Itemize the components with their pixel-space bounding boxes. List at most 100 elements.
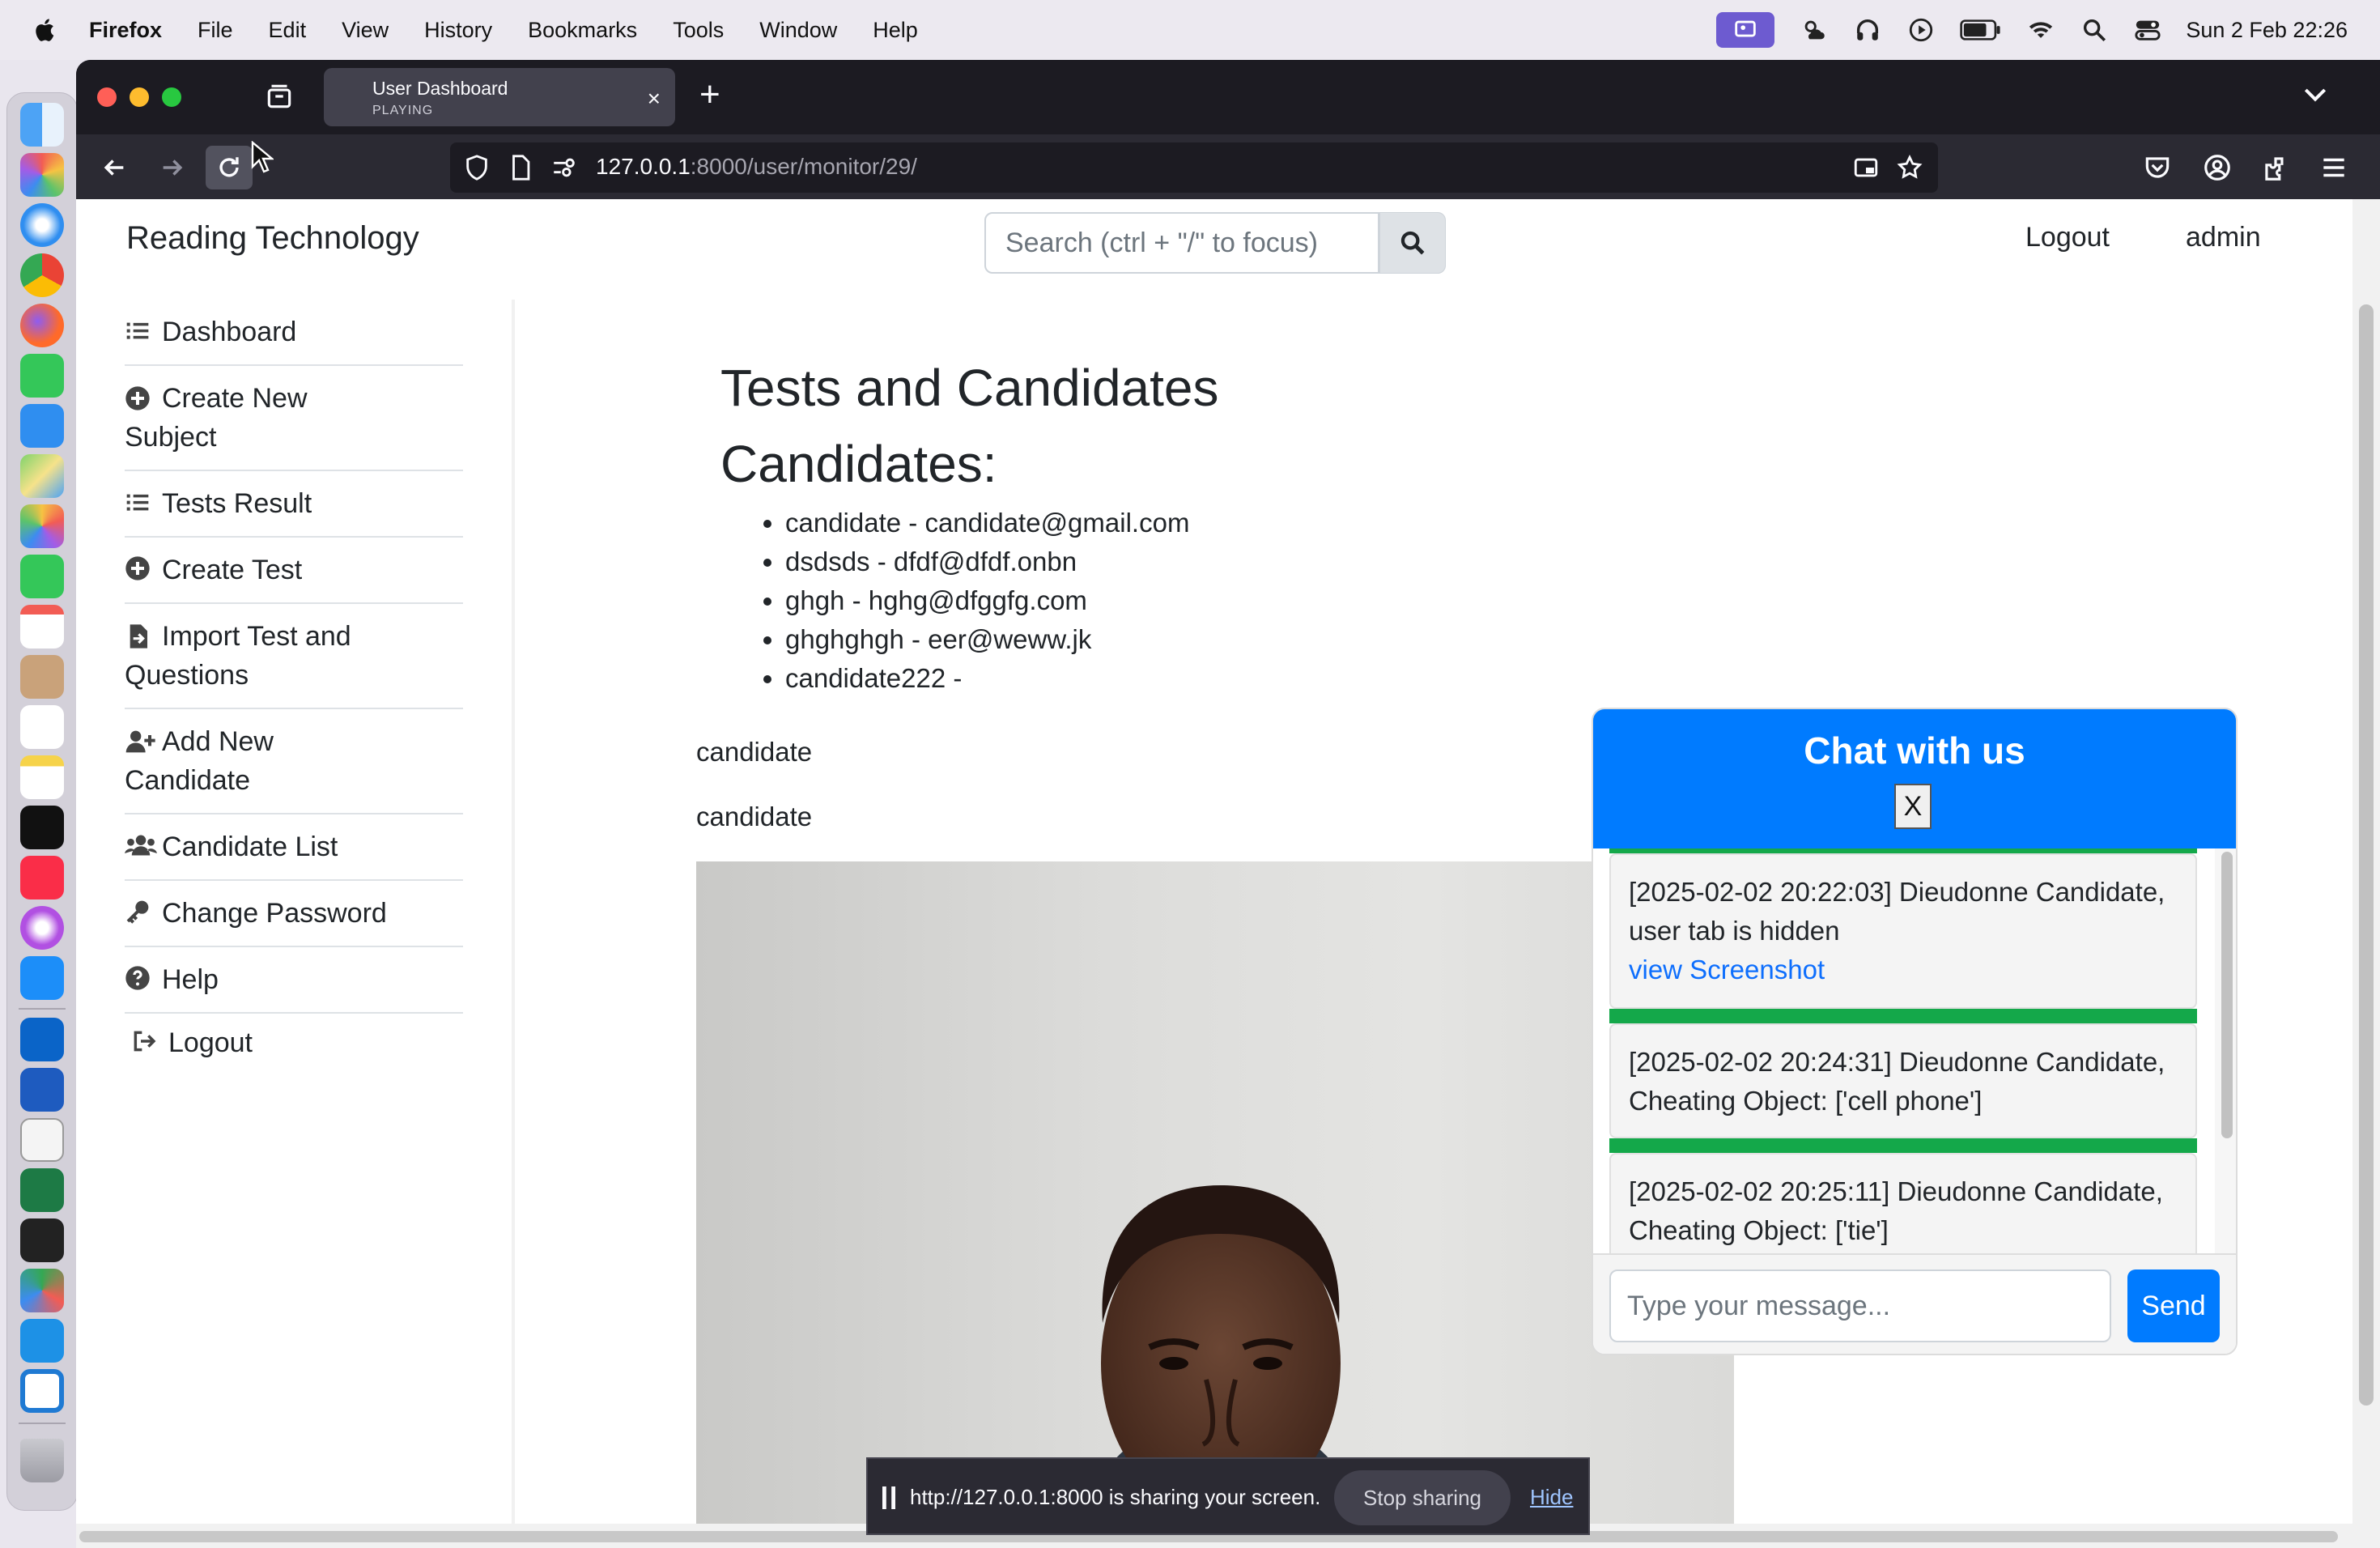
url-text[interactable]: 127.0.0.1:8000/user/monitor/29/ — [596, 154, 917, 180]
picture-in-picture-icon[interactable] — [1852, 154, 1880, 181]
finder-icon[interactable] — [20, 103, 64, 147]
reminders-icon[interactable] — [20, 705, 64, 749]
menu-tools[interactable]: Tools — [673, 18, 724, 43]
chat-message-input[interactable] — [1609, 1269, 2111, 1342]
app-store-icon[interactable] — [20, 956, 64, 1000]
pause-icon[interactable] — [882, 1486, 895, 1509]
sidebar-item-help[interactable]: Help — [125, 947, 463, 1014]
tab-overview-icon[interactable] — [264, 81, 295, 112]
list-item: candidate - candidate@gmail.com — [785, 504, 1189, 542]
new-tab-button[interactable]: + — [699, 74, 720, 115]
permissions-icon[interactable] — [550, 154, 578, 181]
sidebar-item-create-subject[interactable]: Create New Subject — [125, 366, 463, 471]
sidebar-item-dashboard[interactable]: Dashboard — [125, 300, 463, 366]
menu-view[interactable]: View — [342, 18, 389, 43]
sidebar-item-create-test[interactable]: Create Test — [125, 538, 463, 604]
chrome-icon[interactable] — [20, 253, 64, 297]
menu-history[interactable]: History — [424, 18, 492, 43]
pocket-icon[interactable] — [2142, 152, 2173, 183]
page-icon[interactable] — [507, 154, 534, 181]
headphones-icon[interactable] — [1852, 15, 1883, 45]
search-input[interactable] — [984, 212, 1379, 274]
sign-out-icon — [134, 1031, 156, 1052]
terminal-icon[interactable] — [20, 1218, 64, 1262]
account-icon[interactable] — [2202, 152, 2233, 183]
back-button[interactable] — [91, 146, 138, 189]
notes-icon[interactable] — [20, 755, 64, 799]
sidebar-item-add-candidate[interactable]: Add New Candidate — [125, 709, 463, 814]
facetime-icon[interactable] — [20, 555, 64, 598]
stop-sharing-button[interactable]: Stop sharing — [1334, 1470, 1511, 1525]
podcasts-icon[interactable] — [20, 906, 64, 950]
safari-icon[interactable] — [20, 203, 64, 247]
excel-icon[interactable] — [20, 1168, 64, 1212]
hamburger-menu-icon[interactable] — [2318, 152, 2349, 183]
menu-edit[interactable]: Edit — [269, 18, 307, 43]
zoom-window-button[interactable] — [162, 87, 181, 107]
sidebar-label: Logout — [168, 1027, 253, 1058]
minimize-window-button[interactable] — [130, 87, 149, 107]
bookmark-star-icon[interactable] — [1896, 154, 1923, 181]
close-tab-icon[interactable]: × — [648, 86, 661, 112]
weather-icon[interactable] — [1799, 15, 1830, 45]
file-import-icon — [130, 624, 147, 649]
photos-icon[interactable] — [20, 504, 64, 548]
list-item: candidate222 - — [785, 659, 1189, 698]
sidebar-item-candidate-list[interactable]: Candidate List — [125, 814, 463, 881]
calendar-icon[interactable] — [20, 605, 64, 649]
search-button[interactable] — [1379, 212, 1446, 274]
wifi-icon[interactable] — [2025, 15, 2056, 45]
apple-logo-icon[interactable] — [32, 17, 55, 43]
sidebar-item-tests-result[interactable]: Tests Result — [125, 471, 463, 538]
sidebar-item-change-password[interactable]: Change Password — [125, 881, 463, 947]
app-icon[interactable] — [20, 1269, 64, 1312]
chat-messages[interactable]: [2025-02-02 20:22:03] Dieudonne Candidat… — [1593, 848, 2236, 1253]
docker-icon[interactable] — [20, 1319, 64, 1363]
user-menu[interactable]: admin — [2186, 222, 2261, 253]
word-icon[interactable] — [20, 1068, 64, 1112]
sidebar-item-logout[interactable]: Logout — [125, 1014, 463, 1075]
outlook-icon[interactable] — [20, 1018, 64, 1061]
menu-window[interactable]: Window — [759, 18, 837, 43]
trash-icon[interactable] — [20, 1439, 64, 1482]
extensions-icon[interactable] — [2260, 152, 2291, 183]
control-center-icon[interactable] — [2132, 15, 2163, 45]
apple-tv-icon[interactable] — [20, 806, 64, 849]
document-icon[interactable] — [20, 1118, 64, 1162]
close-window-button[interactable] — [97, 87, 117, 107]
brand-link[interactable]: Reading Technology — [126, 220, 419, 257]
music-icon[interactable] — [20, 856, 64, 899]
send-button[interactable]: Send — [2127, 1269, 2220, 1342]
messages-icon[interactable] — [20, 354, 64, 398]
battery-icon[interactable] — [1959, 15, 2003, 45]
chevron-down-icon[interactable] — [2299, 78, 2331, 110]
spotlight-search-icon[interactable] — [2079, 15, 2110, 45]
reload-button[interactable] — [206, 146, 253, 189]
menu-help[interactable]: Help — [873, 18, 918, 43]
chat-close-button[interactable]: X — [1894, 784, 1932, 829]
maps-icon[interactable] — [20, 454, 64, 498]
screen-sharing-status-icon[interactable] — [1716, 12, 1775, 48]
plus-circle-icon — [125, 556, 150, 580]
tab-user-dashboard[interactable]: User Dashboard PLAYING × — [324, 68, 675, 126]
menu-file[interactable]: File — [198, 18, 233, 43]
launchpad-icon[interactable] — [20, 153, 64, 197]
chat-scrollbar[interactable] — [2215, 848, 2236, 1253]
forward-button[interactable] — [149, 146, 196, 189]
firefox-icon[interactable] — [20, 304, 64, 347]
view-screenshot-link[interactable]: view Screenshot — [1629, 950, 2178, 989]
vertical-scrollbar[interactable] — [2352, 199, 2380, 1548]
menu-clock[interactable]: Sun 2 Feb 22:26 — [2186, 18, 2348, 43]
menu-app-name[interactable]: Firefox — [89, 18, 162, 43]
now-playing-icon[interactable] — [1906, 15, 1936, 45]
vscode-icon[interactable] — [20, 1369, 64, 1413]
menu-bookmarks[interactable]: Bookmarks — [528, 18, 637, 43]
hide-sharing-bar-link[interactable]: Hide — [1530, 1485, 1573, 1510]
shield-icon[interactable] — [463, 154, 491, 181]
webcam-video[interactable] — [696, 861, 1734, 1548]
mail-icon[interactable] — [20, 404, 64, 448]
top-logout-link[interactable]: Logout — [2025, 222, 2110, 253]
contacts-icon[interactable] — [20, 655, 64, 699]
sidebar-item-import-test[interactable]: Import Test and Questions — [125, 604, 463, 709]
url-bar[interactable]: 127.0.0.1:8000/user/monitor/29/ — [450, 142, 1938, 193]
